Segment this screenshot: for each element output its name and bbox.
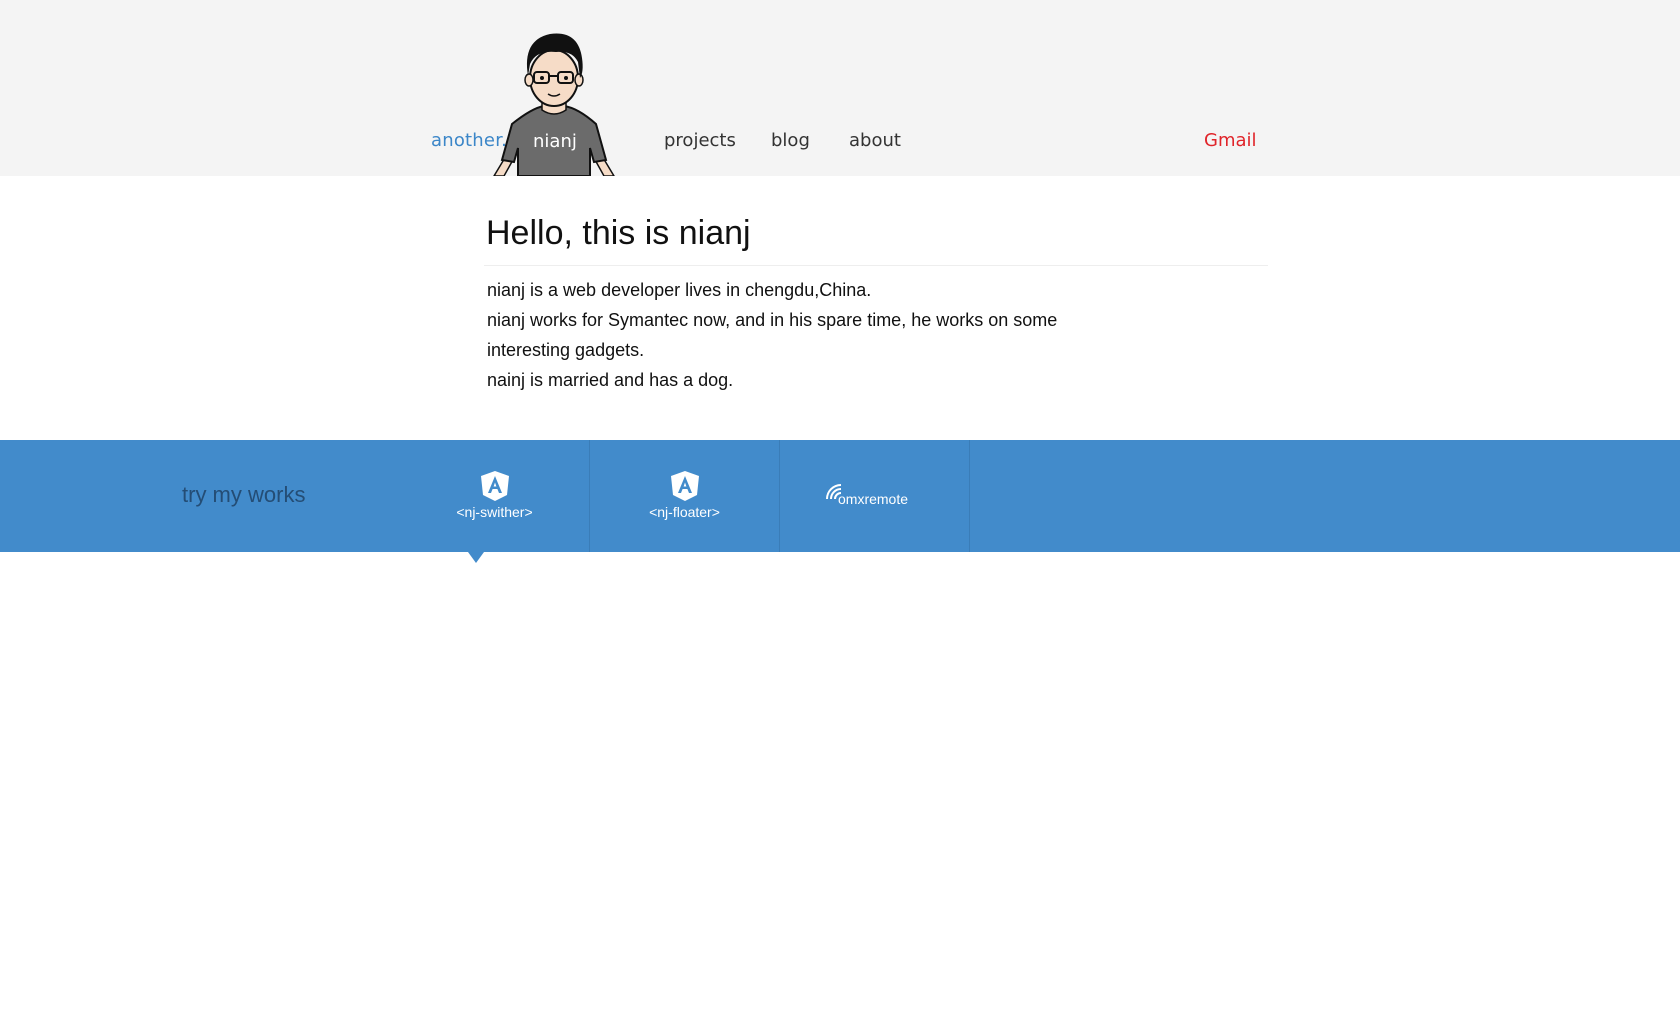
work-item-label: <nj-swither> [456, 504, 533, 520]
work-item-label: <nj-floater> [649, 504, 720, 520]
work-item-label: omxremote [838, 491, 909, 507]
title-divider [484, 265, 1268, 266]
nav-blog-link[interactable]: blog [771, 130, 810, 151]
intro-text: nianj is a web developer lives in chengd… [487, 275, 1087, 395]
logo-name-link[interactable]: nianj [533, 131, 577, 152]
work-item-nj-swither[interactable]: <nj-swither> [400, 440, 590, 552]
intro-line: nainj is married and has a dog. [487, 370, 734, 390]
work-item-nj-floater[interactable]: <nj-floater> [590, 440, 780, 552]
gmail-link[interactable]: Gmail [1204, 130, 1257, 151]
intro-line: nianj is a web developer lives in chengd… [487, 280, 872, 300]
works-bar: try my works <nj-swither> <nj-floater> o… [0, 440, 1680, 552]
nav-projects-link[interactable]: projects [664, 130, 736, 151]
intro-line: nianj works for Symantec now, and in his… [487, 310, 1058, 360]
work-item-omxremote[interactable]: omxremote [780, 440, 970, 552]
angular-shield-icon [481, 471, 509, 501]
selected-work-pointer [468, 552, 484, 563]
angular-shield-icon [671, 471, 699, 501]
site-header: another. nianj projects blog about Gmail [0, 0, 1680, 176]
page-title: Hello, this is nianj [486, 214, 751, 252]
works-label: try my works [182, 482, 306, 507]
avatar-illustration [493, 33, 615, 176]
nav-about-link[interactable]: about [849, 130, 901, 151]
